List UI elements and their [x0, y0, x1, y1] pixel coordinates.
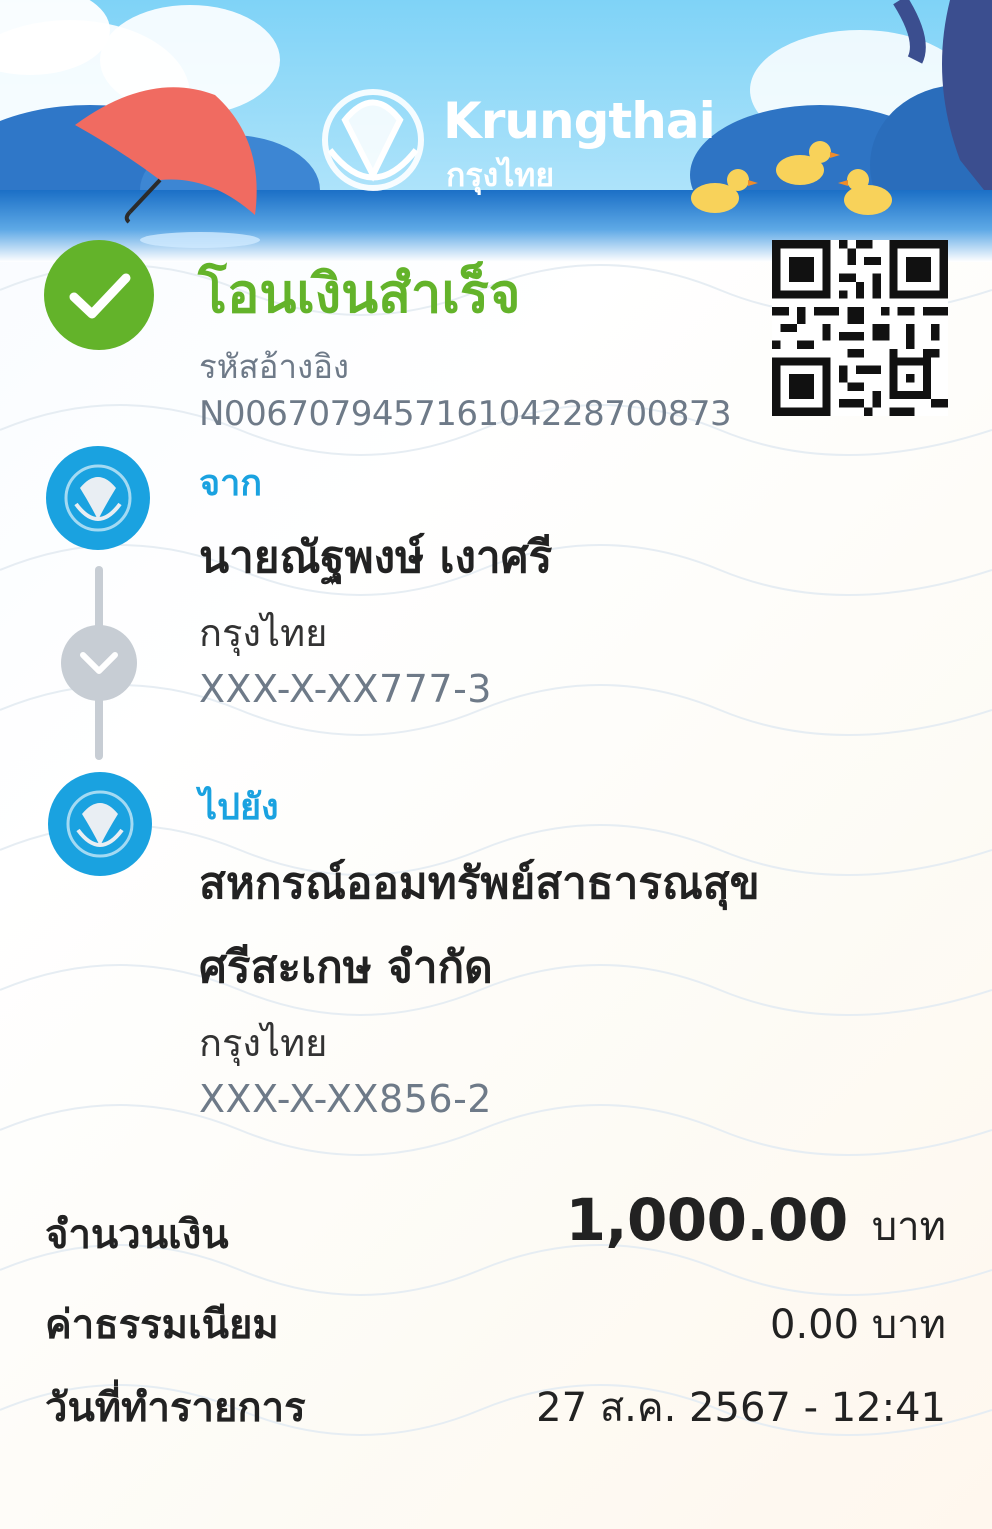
from-name: นายณัฐพงษ์ เงาศรี — [199, 532, 553, 583]
brand-name-en: Krungthai — [443, 92, 716, 150]
from-account: XXX-X-XX777-3 — [199, 667, 492, 711]
check-icon — [44, 240, 154, 350]
header-banner: Krungthai กรุงไทย — [0, 0, 992, 262]
from-bank: กรุงไทย — [199, 611, 328, 655]
amount-unit: บาท — [871, 1204, 946, 1250]
fee-value: 0.00 บาท — [770, 1302, 946, 1348]
brand-name-th: กรุงไทย — [446, 156, 555, 194]
amount-value: 1,000.00 — [565, 1186, 849, 1254]
to-bank: กรุงไทย — [199, 1021, 328, 1065]
reference-number: N006707945716104228700873 — [199, 394, 732, 434]
date-value: 27 ส.ค. 2567 - 12:41 — [536, 1385, 946, 1431]
from-bank-logo-icon — [46, 446, 150, 550]
amount-label: จำนวนเงิน — [45, 1212, 229, 1258]
reference-label: รหัสอ้างอิง — [199, 347, 350, 386]
qr-code[interactable] — [772, 240, 948, 416]
to-name-line1: สหกรณ์ออมทรัพย์สาธารณสุข — [199, 858, 760, 909]
status-title: โอนเงินสำเร็จ — [198, 262, 521, 325]
from-label: จาก — [199, 463, 263, 504]
to-label: ไปยัง — [199, 787, 279, 828]
date-label: วันที่ทำรายการ — [45, 1385, 306, 1431]
transfer-slip: Krungthai กรุงไทย โอนเงินสำเร็จ รหัสอ้าง… — [0, 0, 992, 1529]
to-account: XXX-X-XX856-2 — [199, 1077, 492, 1121]
chevron-down-icon — [61, 625, 137, 701]
amount-value-row: 1,000.00 บาท — [566, 1186, 946, 1258]
fee-label: ค่าธรรมเนียม — [45, 1302, 279, 1348]
to-bank-logo-icon — [48, 772, 152, 876]
to-name-line2: ศรีสะเกษ จำกัด — [199, 942, 493, 993]
